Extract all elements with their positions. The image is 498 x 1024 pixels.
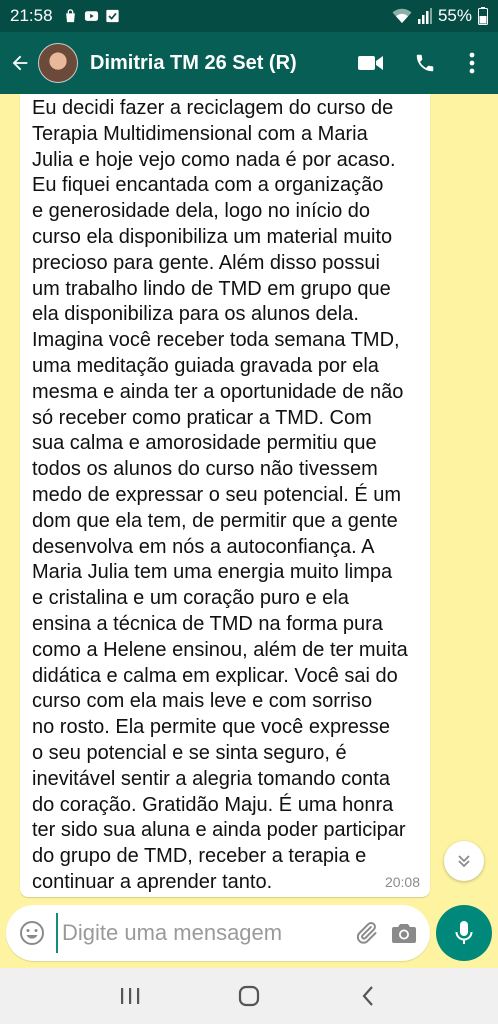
back-button[interactable] bbox=[2, 32, 38, 94]
youtube-icon bbox=[84, 11, 98, 21]
home-button[interactable] bbox=[219, 968, 279, 1024]
status-time: 21:58 bbox=[10, 6, 53, 25]
home-icon bbox=[238, 985, 260, 1007]
attach-button[interactable] bbox=[350, 915, 382, 951]
message-text: Eu decidi fazer a reciclagem do curso de… bbox=[32, 97, 408, 893]
back-nav-button[interactable] bbox=[338, 968, 398, 1024]
message-input[interactable] bbox=[56, 913, 350, 953]
phone-icon bbox=[416, 54, 434, 72]
chat-area[interactable]: Eu decidi fazer a reciclagem do curso de… bbox=[0, 94, 498, 904]
video-call-button[interactable] bbox=[344, 32, 398, 94]
camera-icon bbox=[392, 924, 416, 943]
recent-apps-icon bbox=[120, 988, 139, 1004]
system-navigation-bar bbox=[0, 968, 498, 1024]
status-bar: 21:58 55% bbox=[0, 0, 498, 32]
voice-call-button[interactable] bbox=[398, 32, 452, 94]
contact-name[interactable]: Dimitria TM 26 Set (R) bbox=[90, 52, 344, 75]
more-options-button[interactable] bbox=[452, 32, 492, 94]
avatar[interactable] bbox=[38, 43, 78, 83]
message-composer bbox=[6, 905, 430, 961]
microphone-icon bbox=[455, 921, 473, 944]
message-bubble[interactable]: Eu decidi fazer a reciclagem do curso de… bbox=[20, 94, 430, 897]
status-notification-icons bbox=[63, 9, 120, 23]
paperclip-icon bbox=[356, 922, 377, 944]
arrow-left-icon bbox=[12, 55, 28, 71]
battery-level: 55% bbox=[437, 6, 472, 25]
header-actions bbox=[344, 32, 492, 94]
check-box-icon bbox=[105, 9, 119, 23]
video-camera-icon bbox=[358, 56, 383, 70]
camera-button[interactable] bbox=[388, 915, 420, 951]
bag-icon bbox=[65, 9, 75, 23]
chat-header: Dimitria TM 26 Set (R) bbox=[0, 32, 498, 94]
scroll-to-bottom-button[interactable] bbox=[444, 841, 484, 881]
message-time: 20:08 bbox=[384, 874, 420, 890]
wifi-icon bbox=[392, 8, 412, 23]
voice-message-button[interactable] bbox=[436, 905, 492, 961]
recent-apps-button[interactable] bbox=[100, 968, 160, 1024]
status-left: 21:58 bbox=[10, 6, 120, 26]
double-chevron-down-icon bbox=[458, 855, 470, 868]
smiley-icon bbox=[20, 921, 44, 945]
emoji-button[interactable] bbox=[16, 915, 48, 951]
battery-icon bbox=[478, 7, 488, 25]
more-vertical-icon bbox=[469, 52, 475, 74]
back-chevron-icon bbox=[362, 986, 374, 1006]
signal-icon bbox=[417, 8, 432, 24]
status-right: 55% bbox=[392, 6, 488, 26]
